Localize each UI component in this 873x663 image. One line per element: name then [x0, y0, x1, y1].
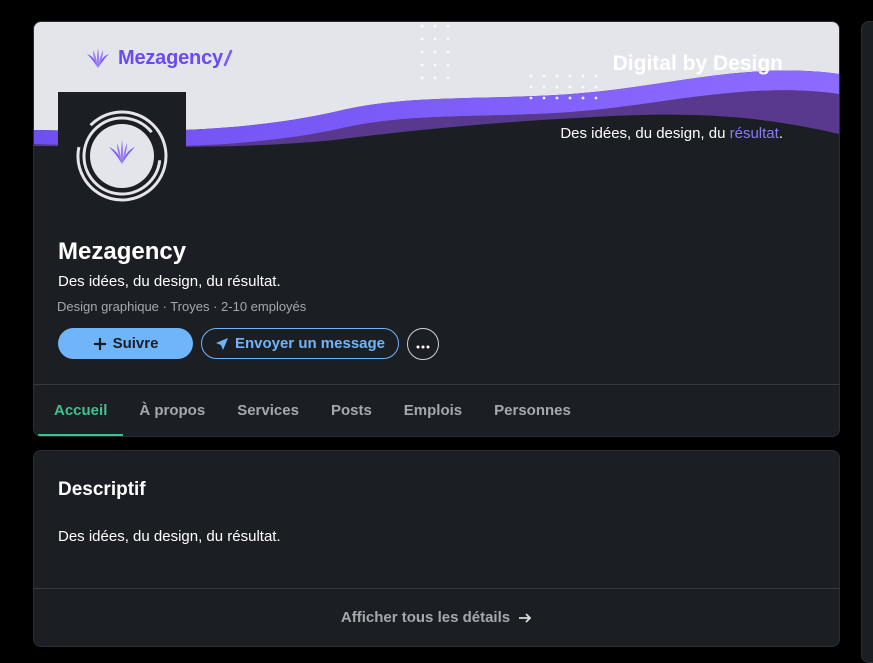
flower-logo-icon: [84, 44, 112, 72]
banner-subtitle-prefix: Des idées, du design, du: [560, 125, 726, 142]
description-text: Des idées, du design, du résultat.: [58, 528, 281, 545]
profile-tabs: Accueil À propos Services Posts Emplois …: [34, 385, 587, 436]
more-options-button[interactable]: [407, 328, 439, 360]
description-card: Descriptif Des idées, du design, du résu…: [33, 450, 840, 647]
banner-subtitle-highlight: résultat: [729, 125, 779, 142]
follow-button[interactable]: Suivre: [58, 328, 193, 359]
tab-a-propos[interactable]: À propos: [123, 385, 221, 436]
plus-icon: [93, 337, 107, 351]
tab-posts[interactable]: Posts: [315, 385, 388, 436]
show-all-details-label: Afficher tous les détails: [340, 609, 511, 626]
banner-title: Digital by Design: [612, 52, 783, 75]
send-message-button-label: Envoyer un message: [234, 335, 386, 352]
show-all-details-link[interactable]: Afficher tous les détails: [34, 589, 839, 646]
arrow-right-icon: [518, 612, 532, 624]
banner-subtitle-suffix: .: [778, 125, 783, 142]
company-logo-avatar[interactable]: [58, 92, 186, 220]
company-tagline: Des idées, du design, du résultat.: [58, 273, 281, 290]
company-name: Mezagency: [58, 238, 187, 265]
banner-logo-text: Mezagency: [118, 46, 223, 69]
more-horizontal-icon: [416, 336, 430, 353]
banner-subtitle: Des idées, du design, du résultat.: [560, 125, 783, 142]
tab-personnes[interactable]: Personnes: [478, 385, 587, 436]
side-panel-card: [861, 21, 873, 663]
tab-services[interactable]: Services: [221, 385, 315, 436]
company-profile-card: Mezagency Digital by Design Des idées, d…: [33, 21, 840, 437]
company-meta: Design graphique · Troyes · 2-10 employé…: [57, 299, 307, 314]
tab-emplois[interactable]: Emplois: [388, 385, 478, 436]
send-message-button[interactable]: Envoyer un message: [201, 328, 399, 359]
follow-button-label: Suivre: [112, 335, 159, 352]
banner-logo: Mezagency: [84, 44, 233, 72]
tab-accueil[interactable]: Accueil: [34, 385, 124, 436]
send-icon: [215, 337, 229, 351]
description-title: Descriptif: [58, 479, 146, 500]
logo-accent-icon: [223, 49, 233, 67]
